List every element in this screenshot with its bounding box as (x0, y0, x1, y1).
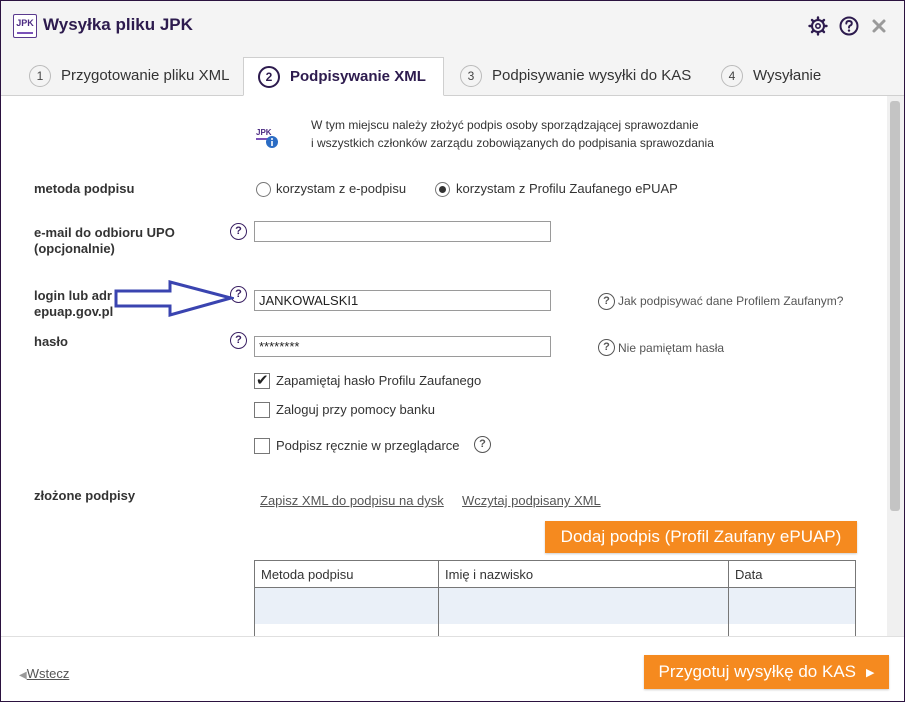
manual-sign-label[interactable]: Podpisz ręcznie w przeglądarce (276, 438, 460, 453)
info-text: W tym miejscu należy złożyć podpis osoby… (311, 116, 714, 152)
bank-login-label[interactable]: Zaloguj przy pomocy banku (276, 402, 435, 417)
add-signature-button[interactable]: Dodaj podpis (Profil Zaufany ePUAP) (545, 521, 857, 553)
close-icon[interactable] (870, 17, 888, 35)
back-link[interactable]: ◀Wstecz (19, 666, 69, 681)
table-row[interactable] (254, 624, 856, 636)
scrollbar-thumb[interactable] (890, 101, 900, 511)
tab-label: Podpisywanie wysyłki do KAS (492, 67, 692, 84)
signatures-table: Metoda podpisu Imię i nazwisko Data (254, 560, 856, 636)
bank-login-checkbox[interactable] (254, 402, 270, 418)
back-arrow-icon: ◀ (19, 670, 27, 681)
content-area: JPK W tym miejscu należy złożyć podpis o… (1, 96, 887, 636)
back-link-label: Wstecz (26, 666, 70, 681)
tab-step-4[interactable]: 4 Wysyłanie (721, 57, 821, 94)
tab-step-number: 1 (29, 64, 51, 87)
tab-step-number: 3 (460, 64, 482, 87)
login-label: login lub adr epuap.gov.pl (34, 288, 113, 320)
password-help-icon[interactable]: ? (230, 332, 247, 349)
column-header-method: Metoda podpisu (254, 560, 439, 588)
tab-label: Przygotowanie pliku XML (61, 67, 230, 84)
remember-password-label[interactable]: Zapamiętaj hasło Profilu Zaufanego (276, 373, 481, 388)
login-label-line-2: epuap.gov.pl (34, 304, 114, 319)
info-line-2: i wszystkich członków zarządu zobowiązan… (311, 136, 714, 150)
radio-e-signature[interactable] (256, 182, 271, 197)
radio-trusted-profile[interactable] (435, 182, 450, 197)
tab-step-3[interactable]: 3 Podpisywanie wysyłki do KAS (460, 57, 691, 94)
dialog-footer: ◀Wstecz Przygotuj wysyłkę do KAS ▶ (1, 636, 904, 701)
method-label: metoda podpisu (34, 181, 135, 196)
email-help-icon[interactable]: ? (230, 223, 247, 240)
step-tabs: 1 Przygotowanie pliku XML 2 Podpisywanie… (1, 51, 904, 96)
login-help-link[interactable]: Jak podpisywać dane Profilem Zaufanym? (618, 294, 843, 308)
gear-icon[interactable] (808, 16, 828, 36)
tab-label: Wysyłanie (753, 67, 822, 84)
info-line-1: W tym miejscu należy złożyć podpis osoby… (311, 118, 699, 132)
svg-text:JPK: JPK (256, 128, 272, 137)
vertical-scrollbar[interactable] (887, 96, 904, 636)
table-header-row: Metoda podpisu Imię i nazwisko Data (254, 560, 856, 588)
tab-step-2[interactable]: 2 Podpisywanie XML (243, 57, 444, 96)
login-help-link-icon[interactable]: ? (598, 293, 615, 310)
check-mark-icon: ✔ (256, 372, 269, 389)
password-input[interactable] (254, 336, 551, 357)
radio-trusted-profile-label[interactable]: korzystam z Profilu Zaufanego ePUAP (456, 181, 678, 196)
email-label-line-2: (opcjonalnie) (34, 241, 115, 256)
jpk-logo-text: JPK (16, 18, 34, 28)
login-label-line-1: login lub adr (34, 288, 112, 303)
jpk-dialog: JPK Wysyłka pliku JPK 1 Przygotowanie pl… (0, 0, 905, 702)
tab-step-1[interactable]: 1 Przygotowanie pliku XML (29, 57, 229, 94)
login-input[interactable] (254, 290, 551, 311)
pointer-arrow-annotation (114, 280, 234, 317)
prepare-send-label: Przygotuj wysyłkę do KAS (658, 662, 856, 681)
help-icon[interactable] (839, 16, 859, 36)
forgot-password-link[interactable]: Nie pamiętam hasła (618, 341, 724, 355)
window-title: Wysyłka pliku JPK (43, 15, 193, 34)
column-header-name: Imię i nazwisko (438, 560, 729, 588)
email-label: e-mail do odbioru UPO (opcjonalnie) (34, 225, 175, 257)
load-signed-xml-link[interactable]: Wczytaj podpisany XML (462, 493, 601, 508)
jpk-logo: JPK (13, 14, 37, 38)
password-label: hasło (34, 334, 68, 349)
forgot-password-icon[interactable]: ? (598, 339, 615, 356)
table-row[interactable] (254, 587, 856, 624)
tab-label: Podpisywanie XML (290, 68, 426, 85)
column-header-date: Data (728, 560, 856, 588)
prepare-send-button[interactable]: Przygotuj wysyłkę do KAS ▶ (644, 655, 889, 689)
email-input[interactable] (254, 221, 551, 242)
jpk-info-icon: JPK (256, 128, 278, 148)
manual-sign-help-icon[interactable]: ? (474, 436, 491, 453)
email-label-line-1: e-mail do odbioru UPO (34, 225, 175, 240)
remember-password-checkbox[interactable]: ✔ (254, 372, 270, 389)
manual-sign-checkbox[interactable] (254, 438, 270, 454)
save-xml-link[interactable]: Zapisz XML do podpisu na dysk (260, 493, 444, 508)
radio-e-signature-label[interactable]: korzystam z e-podpisu (276, 181, 406, 196)
tab-step-number: 4 (721, 64, 743, 87)
title-bar: JPK Wysyłka pliku JPK (1, 1, 904, 52)
arrow-right-icon: ▶ (866, 666, 875, 679)
signatures-label: złożone podpisy (34, 488, 136, 503)
tab-step-number: 2 (258, 65, 280, 88)
